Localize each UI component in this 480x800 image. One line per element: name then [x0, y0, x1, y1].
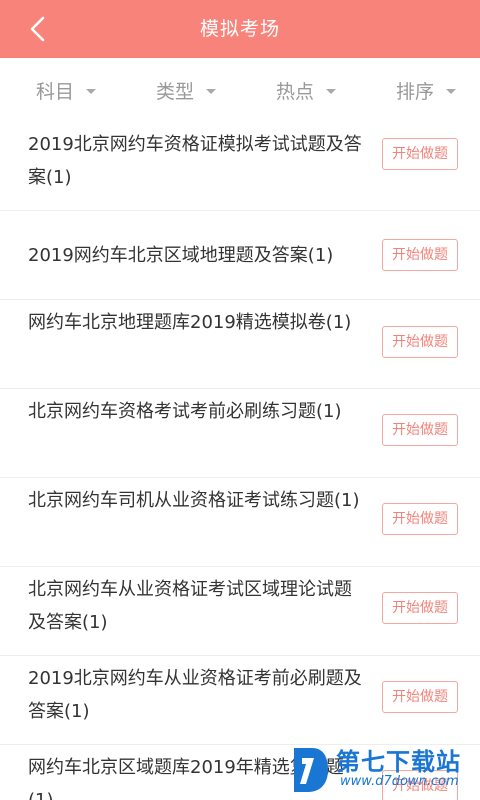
filter-label: 排序	[396, 80, 435, 103]
exam-title: 北京网约车司机从业资格证考试练习题(1)	[28, 490, 360, 511]
exam-title: 2019北京网约车从业资格证考前必刷题及答案(1)	[28, 668, 362, 722]
filter-label: 类型	[156, 80, 195, 103]
list-item: 2019北京网约车资格证模拟考试试题及答案(1) 开始做题	[0, 122, 480, 211]
filter-bar: 科目 类型 热点 排序	[0, 58, 480, 122]
exam-list: 2019北京网约车资格证模拟考试试题及答案(1) 开始做题 2019网约车北京区…	[0, 122, 480, 800]
list-item: 网约车北京地理题库2019精选模拟卷(1) 开始做题	[0, 300, 480, 389]
start-exam-button[interactable]: 开始做题	[382, 138, 458, 170]
exam-title: 网约车北京区域题库2019年精选复习题(1)	[28, 757, 344, 800]
app-screen: 模拟考场 科目 类型 热点 排序 2019北京网约车资格证模拟考试试题及答案(1…	[0, 0, 480, 800]
start-exam-button[interactable]: 开始做题	[382, 239, 458, 271]
start-exam-button[interactable]: 开始做题	[382, 681, 458, 713]
filter-sort[interactable]: 排序	[396, 58, 457, 122]
caret-down-icon	[326, 88, 337, 94]
start-exam-button[interactable]: 开始做题	[382, 326, 458, 358]
page-title: 模拟考场	[199, 18, 280, 40]
start-exam-button[interactable]: 开始做题	[382, 592, 458, 624]
start-exam-button[interactable]: 开始做题	[382, 414, 458, 446]
filter-label: 热点	[276, 80, 315, 103]
filter-label: 科目	[36, 80, 75, 103]
list-item: 网约车北京区域题库2019年精选复习题(1) 开始做题	[0, 745, 480, 800]
list-item: 北京网约车司机从业资格证考试练习题(1) 开始做题	[0, 478, 480, 567]
start-exam-button[interactable]: 开始做题	[382, 503, 458, 535]
exam-title: 北京网约车资格考试考前必刷练习题(1)	[28, 401, 342, 422]
list-item: 北京网约车资格考试考前必刷练习题(1) 开始做题	[0, 389, 480, 478]
list-item: 北京网约车从业资格证考试区域理论试题及答案(1) 开始做题	[0, 567, 480, 656]
caret-down-icon	[206, 88, 217, 94]
caret-down-icon	[86, 88, 97, 94]
filter-subject[interactable]: 科目	[36, 58, 97, 122]
caret-down-icon	[446, 88, 457, 94]
exam-title: 2019网约车北京区域地理题及答案(1)	[28, 245, 334, 266]
filter-hotspot[interactable]: 热点	[276, 58, 337, 122]
list-item: 2019北京网约车从业资格证考前必刷题及答案(1) 开始做题	[0, 656, 480, 745]
exam-title: 网约车北京地理题库2019精选模拟卷(1)	[28, 312, 352, 333]
exam-title: 北京网约车从业资格证考试区域理论试题及答案(1)	[28, 579, 352, 633]
start-exam-button[interactable]: 开始做题	[382, 770, 458, 800]
list-item: 2019网约车北京区域地理题及答案(1) 开始做题	[0, 211, 480, 300]
filter-type[interactable]: 类型	[156, 58, 217, 122]
top-bar: 模拟考场	[0, 0, 480, 58]
exam-title: 2019北京网约车资格证模拟考试试题及答案(1)	[28, 134, 362, 188]
